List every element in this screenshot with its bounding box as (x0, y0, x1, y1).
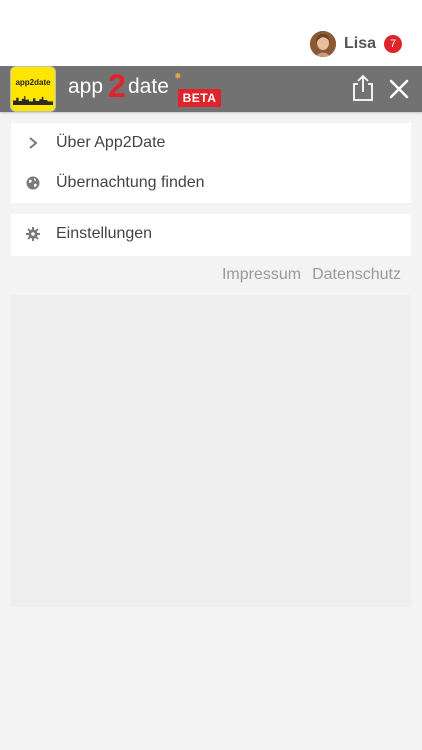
avatar-image (309, 31, 336, 57)
footer-links: Impressum Datenschutz (222, 266, 401, 284)
chevron-right-icon (26, 136, 40, 150)
globe-icon (26, 176, 40, 190)
app-logo: app 2 date ✸ BETA (68, 66, 228, 112)
menu-item-label: Einstellungen (56, 225, 153, 242)
city-skyline-icon (13, 96, 53, 105)
impressum-link[interactable]: Impressum (222, 266, 301, 284)
menu-item-label: Übernachtung finden (56, 174, 205, 191)
user-profile[interactable]: Lisa 7 (309, 30, 402, 58)
share-icon (353, 74, 373, 101)
share-button[interactable] (350, 74, 376, 102)
user-name[interactable]: Lisa (344, 35, 376, 53)
avatar[interactable] (309, 31, 336, 57)
settings-card: Einstellungen (11, 214, 411, 256)
menu-item-uebernachtung-finden[interactable]: Übernachtung finden (11, 163, 411, 203)
app-icon: app2date (10, 66, 56, 112)
star-icon: ✸ (174, 71, 182, 81)
notification-badge[interactable]: 7 (384, 35, 402, 53)
close-icon (389, 79, 409, 99)
menu-item-label: Über App2Date (56, 134, 166, 151)
logo-digit: 2 (108, 68, 126, 104)
top-bar: Lisa 7 (0, 0, 422, 66)
content-area (11, 295, 411, 607)
menu-item-einstellungen[interactable]: Einstellungen (11, 214, 411, 254)
logo-suffix: date (128, 75, 169, 98)
logo-prefix: app (68, 75, 104, 98)
beta-badge: BETA (178, 89, 221, 107)
menu-card: Über App2Date Übernachtung finden (11, 123, 411, 203)
menu-item-ueber-app2date[interactable]: Über App2Date (11, 123, 411, 163)
gear-icon (26, 227, 40, 241)
app-header: app2date app 2 date ✸ BETA (0, 66, 422, 112)
app-icon-label: app2date (15, 78, 51, 87)
datenschutz-link[interactable]: Datenschutz (312, 266, 401, 284)
close-button[interactable] (386, 76, 412, 102)
